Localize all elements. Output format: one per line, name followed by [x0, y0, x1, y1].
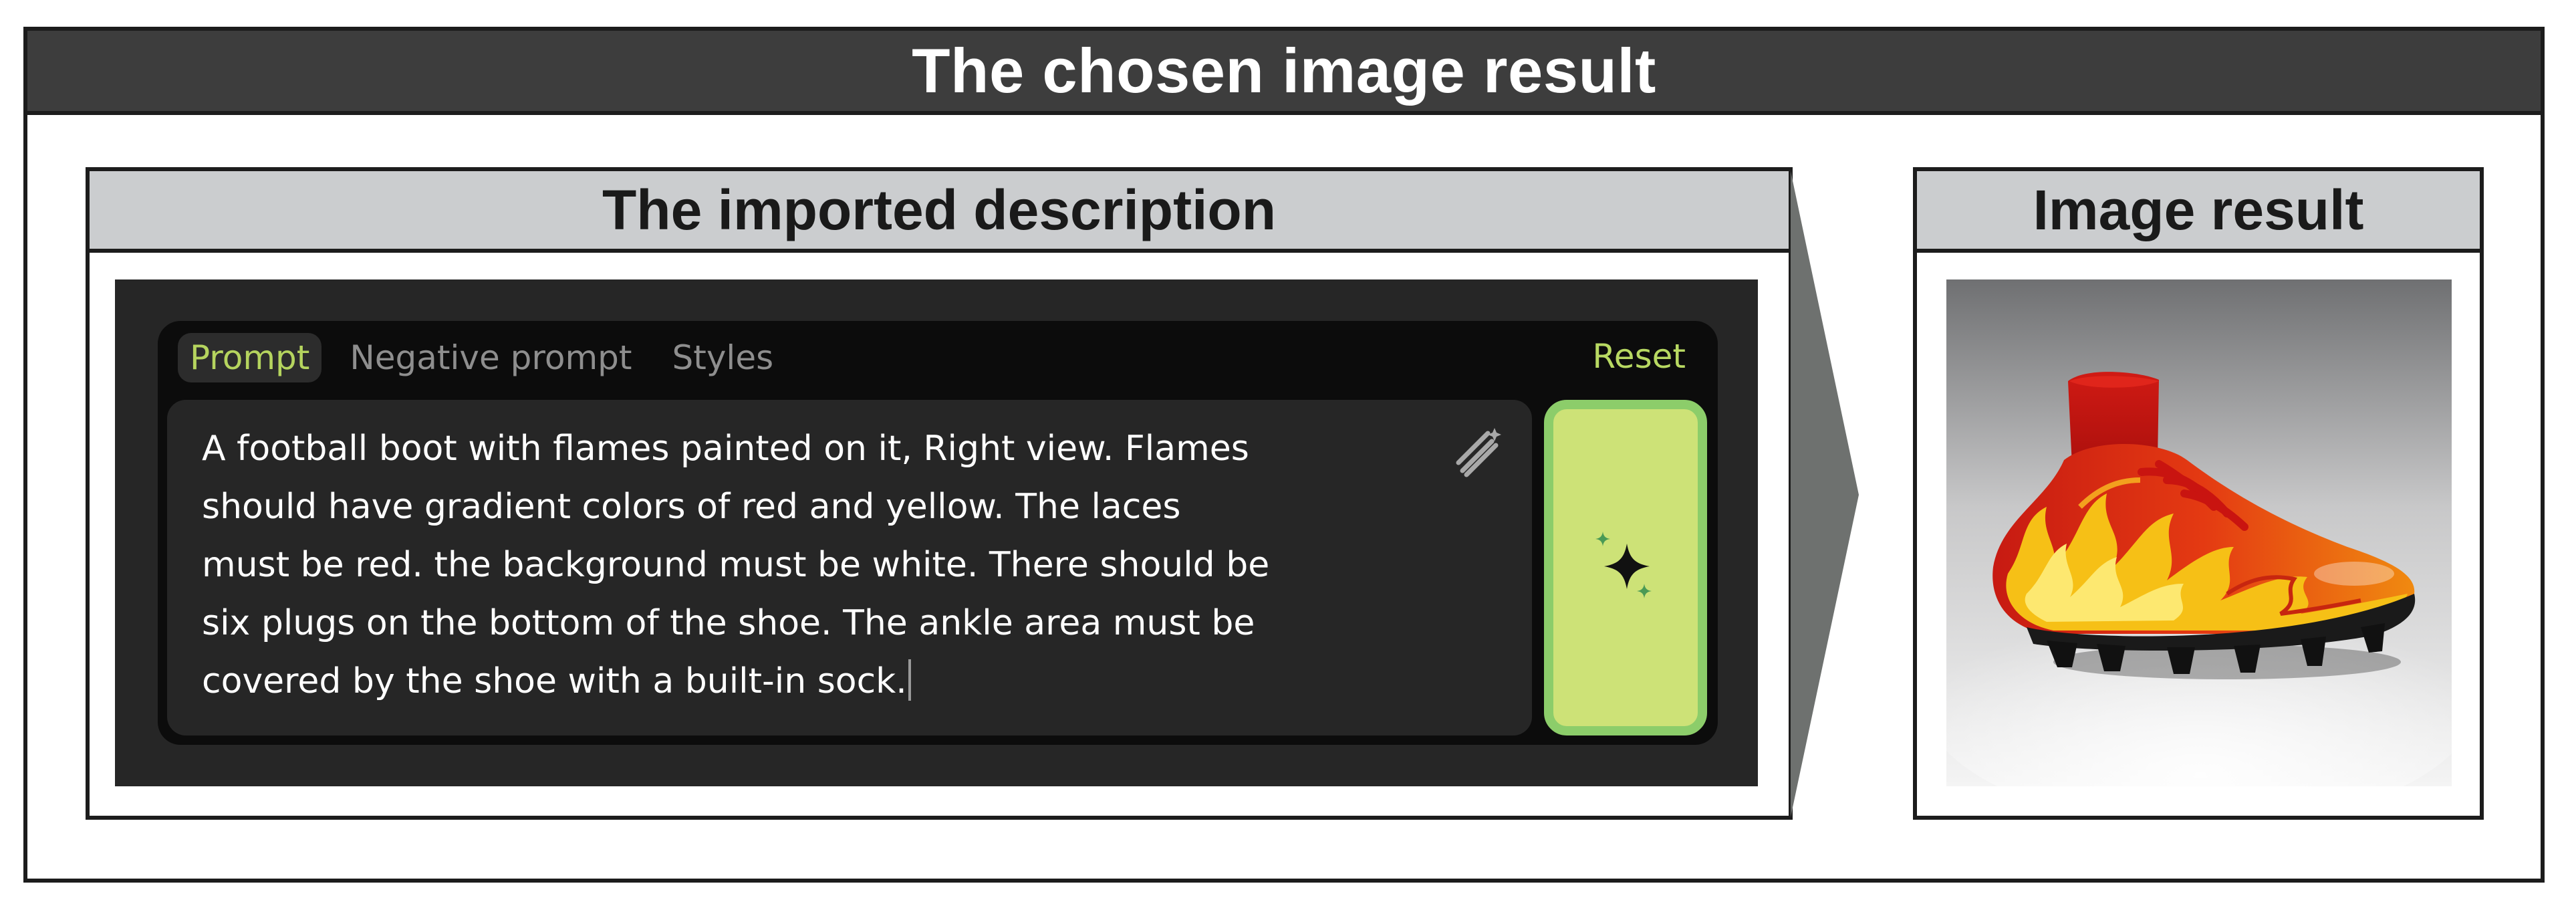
sparkle-icon	[1595, 532, 1652, 598]
description-panel-header: The imported description	[90, 171, 1789, 253]
image-result-panel-header: Image result	[1917, 171, 2480, 253]
description-panel-title: The imported description	[602, 178, 1277, 241]
tab-styles[interactable]: Styles	[660, 333, 786, 382]
prompt-input[interactable]: A football boot with flames painted on i…	[167, 400, 1532, 735]
figure-title: The chosen image result	[912, 35, 1656, 106]
prompt-tabs: Prompt Negative prompt Styles	[178, 330, 785, 385]
figure-header: The chosen image result	[27, 31, 2541, 115]
prompt-editor: Prompt Negative prompt Styles Reset A fo…	[158, 321, 1718, 745]
generated-boot-image	[1946, 279, 2452, 786]
prompt-text: A football boot with flames painted on i…	[202, 429, 1270, 701]
tab-negative-prompt[interactable]: Negative prompt	[338, 333, 644, 382]
text-cursor	[908, 659, 911, 701]
magic-wand-icon[interactable]	[1453, 425, 1507, 479]
arrow-connector	[1791, 171, 1859, 817]
image-result-panel-title: Image result	[2033, 178, 2364, 241]
generate-button[interactable]	[1544, 400, 1707, 735]
prompt-editor-screenshot: Prompt Negative prompt Styles Reset A fo…	[115, 279, 1758, 786]
reset-button[interactable]: Reset	[1592, 337, 1686, 376]
tab-prompt[interactable]: Prompt	[178, 333, 322, 382]
